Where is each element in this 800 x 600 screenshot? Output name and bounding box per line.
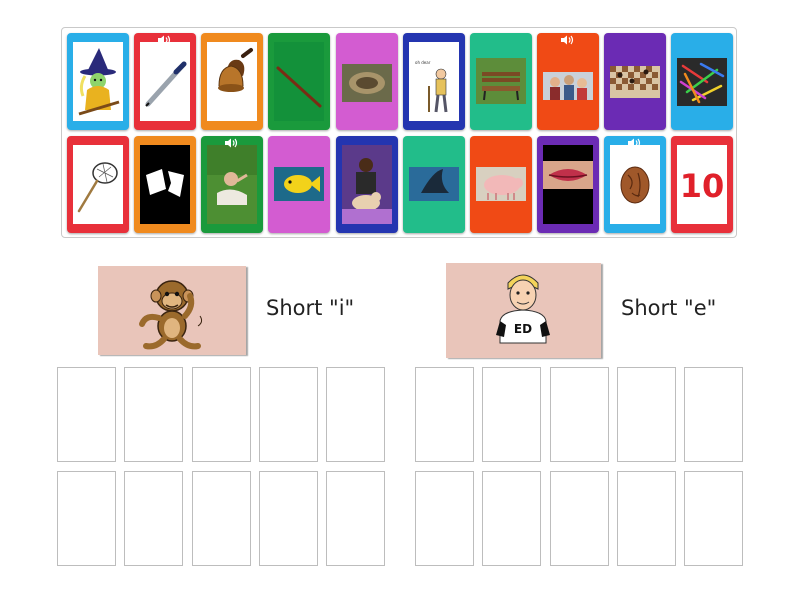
svg-text:oh dear: oh dear [415, 60, 431, 65]
drop-slot-group-1[interactable] [124, 471, 183, 566]
drop-slot-group-2[interactable] [482, 471, 541, 566]
net-icon [73, 145, 123, 224]
group-label-short-e: Short "e" [621, 296, 717, 320]
word-card-ripped-paper[interactable] [134, 136, 196, 233]
drop-slot-group-2[interactable] [482, 367, 541, 462]
stick-icon [274, 42, 324, 121]
peach-pit-icon [610, 145, 660, 224]
sick-person-icon: oh dear [409, 42, 459, 121]
drop-slot-group-2[interactable] [550, 471, 609, 566]
word-card-friends[interactable] [537, 33, 599, 130]
speaker-icon[interactable] [156, 35, 172, 45]
drop-slot-group-2[interactable] [684, 471, 743, 566]
word-card-sick-person[interactable]: oh dear [403, 33, 465, 130]
speaker-icon[interactable] [223, 138, 239, 148]
drop-slot-group-2[interactable] [415, 471, 474, 566]
boy-ed-icon: ED [496, 274, 550, 344]
speaker-icon[interactable] [559, 35, 575, 45]
lips-icon [543, 145, 593, 224]
group-header-image-short-i [98, 266, 246, 355]
drop-slot-group-1[interactable] [57, 471, 116, 566]
word-card-chess[interactable] [604, 33, 666, 130]
drop-slot-group-1[interactable] [326, 471, 385, 566]
word-card-vet-dog[interactable] [336, 136, 398, 233]
bell-icon [207, 42, 257, 121]
drop-slot-group-2[interactable] [617, 471, 676, 566]
word-card-stick[interactable] [268, 33, 330, 130]
drop-slot-group-2[interactable] [415, 367, 474, 462]
chess-icon [610, 42, 660, 121]
word-card-nest[interactable] [336, 33, 398, 130]
word-card-pen[interactable] [134, 33, 196, 130]
drop-slot-group-2[interactable] [684, 367, 743, 462]
pig-icon [476, 145, 526, 224]
drop-slot-group-2[interactable] [550, 367, 609, 462]
ripped-paper-icon [140, 145, 190, 224]
man-on-grass-icon [207, 145, 257, 224]
word-card-lips[interactable] [537, 136, 599, 233]
word-card-ten[interactable]: 10 [671, 136, 733, 233]
speaker-icon[interactable] [626, 138, 642, 148]
word-card-clips[interactable] [671, 33, 733, 130]
drop-slot-group-1[interactable] [259, 367, 318, 462]
drop-slot-group-1[interactable] [326, 367, 385, 462]
word-card-fin[interactable] [403, 136, 465, 233]
friends-icon [543, 42, 593, 121]
word-card-bell[interactable] [201, 33, 263, 130]
svg-text:ED: ED [514, 322, 532, 336]
witch-icon [73, 42, 123, 121]
bench-icon [476, 42, 526, 121]
word-card-peach-pit[interactable] [604, 136, 666, 233]
pen-icon [140, 42, 190, 121]
monkey-icon [139, 280, 203, 350]
word-card-man-on-grass[interactable] [201, 136, 263, 233]
group-header-image-short-e: ED [446, 263, 601, 358]
word-card-net[interactable] [67, 136, 129, 233]
word-card-pig[interactable] [470, 136, 532, 233]
drop-slot-group-2[interactable] [617, 367, 676, 462]
group-label-short-i: Short "i" [266, 296, 355, 320]
vet-dog-icon [342, 145, 392, 224]
drop-slot-group-1[interactable] [192, 471, 251, 566]
word-card-witch[interactable] [67, 33, 129, 130]
card-number-text: 10 [680, 167, 725, 205]
drop-slot-group-1[interactable] [124, 367, 183, 462]
clips-icon [677, 42, 727, 121]
fish-icon [274, 145, 324, 224]
fin-icon [409, 145, 459, 224]
word-card-bench[interactable] [470, 33, 532, 130]
drop-slot-group-1[interactable] [192, 367, 251, 462]
drop-slot-group-1[interactable] [259, 471, 318, 566]
word-card-fish[interactable] [268, 136, 330, 233]
ten-icon: 10 [677, 145, 727, 224]
drop-slot-group-1[interactable] [57, 367, 116, 462]
nest-icon [342, 42, 392, 121]
